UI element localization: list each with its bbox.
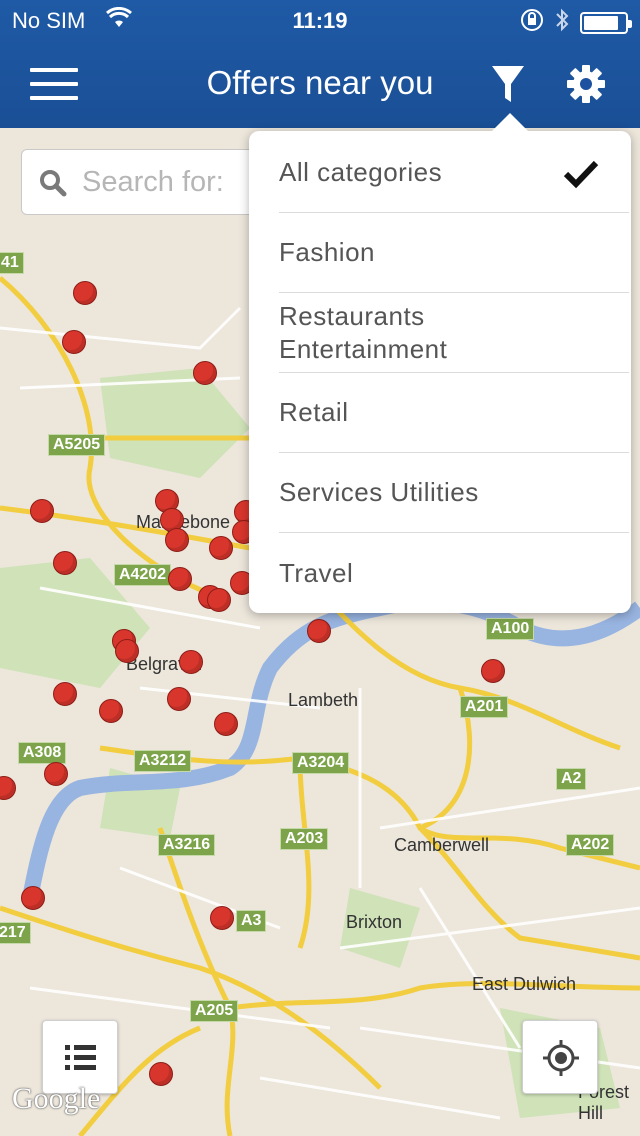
locate-me-button[interactable] (522, 1020, 598, 1094)
menu-item-label: All categories (279, 157, 443, 187)
map-attribution: Google (12, 1082, 101, 1115)
offer-pin[interactable] (207, 588, 231, 612)
offer-pin[interactable] (481, 659, 505, 683)
offer-pin[interactable] (99, 699, 123, 723)
road-label: A2 (556, 768, 587, 790)
road-label: A205 (190, 1000, 239, 1022)
offer-pin[interactable] (307, 619, 331, 643)
orientation-lock-icon (520, 8, 544, 38)
offer-pin[interactable] (73, 281, 97, 305)
offer-pin[interactable] (167, 687, 191, 711)
place-label: Camberwell (394, 835, 490, 855)
road-label: A3 (236, 910, 267, 932)
place-label: Brixton (346, 912, 403, 932)
offer-pin[interactable] (44, 762, 68, 786)
locate-icon (543, 1040, 579, 1076)
offer-pin[interactable] (62, 330, 86, 354)
road-label: A203 (280, 828, 329, 850)
road-label: A3216 (158, 834, 216, 856)
offer-pin[interactable] (179, 650, 203, 674)
place-label: Lambeth (288, 690, 359, 710)
place-label: East Dulwich (472, 974, 577, 994)
offer-pin[interactable] (21, 886, 45, 910)
menu-item-fashion[interactable]: Fashion (279, 213, 629, 293)
road-label: A3212 (134, 750, 192, 772)
offer-pin[interactable] (30, 499, 54, 523)
menu-item-label: Restaurants Entertainment (279, 300, 448, 364)
offer-pin[interactable] (149, 1062, 173, 1086)
road-label: A201 (460, 696, 509, 718)
road-label: A4202 (114, 564, 172, 586)
bluetooth-icon (554, 8, 570, 38)
search-icon (38, 168, 68, 198)
road-label: A308 (18, 742, 67, 764)
filter-icon[interactable] (486, 62, 530, 106)
menu-item-label: Fashion (279, 237, 375, 267)
menu-item-label: Travel (279, 557, 354, 588)
offer-pin[interactable] (210, 906, 234, 930)
gear-icon[interactable] (564, 62, 608, 106)
road-label: A3204 (292, 752, 350, 774)
road-label: A100 (486, 618, 535, 640)
offer-pin[interactable] (168, 567, 192, 591)
road-label: 41 (0, 252, 24, 274)
offer-pin[interactable] (115, 639, 139, 663)
nav-bar: Offers near you (0, 40, 640, 128)
offer-pin[interactable] (53, 682, 77, 706)
offer-pin[interactable] (214, 712, 238, 736)
category-filter-menu: All categories Fashion Restaurants Enter… (249, 113, 631, 613)
search-input[interactable] (82, 160, 272, 204)
menu-item-services-utilities[interactable]: Services Utilities (279, 453, 629, 533)
menu-item-label: Services Utilities (279, 477, 479, 507)
menu-item-restaurants-entertainment[interactable]: Restaurants Entertainment (279, 293, 629, 373)
menu-item-retail[interactable]: Retail (279, 373, 629, 453)
road-label: A202 (566, 834, 615, 856)
page-title: Offers near you (206, 64, 434, 101)
battery-icon (580, 12, 632, 34)
road-label: A5205 (48, 434, 106, 456)
status-bar: No SIM 11:19 (0, 0, 640, 40)
road-label: 217 (0, 922, 31, 944)
app-header: No SIM 11:19 Offers near you (0, 0, 640, 128)
offer-pin[interactable] (53, 551, 77, 575)
offer-pin[interactable] (193, 361, 217, 385)
menu-item-label: Retail (279, 397, 349, 427)
menu-item-travel[interactable]: Travel (279, 533, 629, 613)
offer-pin[interactable] (209, 536, 233, 560)
menu-item-all-categories[interactable]: All categories (279, 133, 629, 213)
checkmark-icon (563, 160, 599, 189)
offer-pin[interactable] (165, 528, 189, 552)
search-box[interactable] (21, 149, 281, 215)
dropdown-caret (492, 113, 528, 131)
